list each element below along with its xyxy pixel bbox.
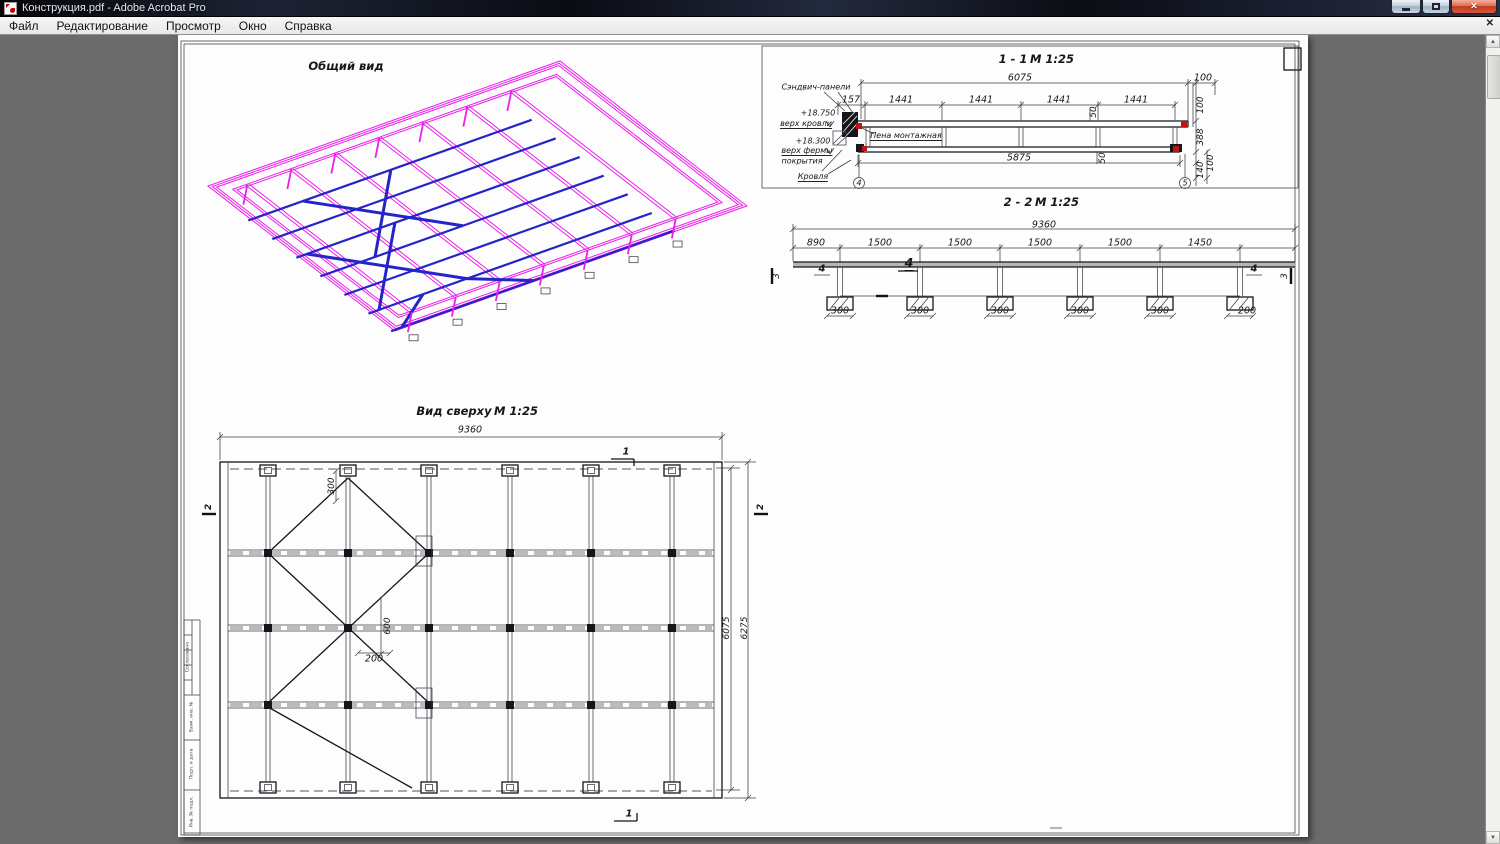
menu-view[interactable]: Просмотр: [157, 19, 230, 33]
scroll-down-icon[interactable]: ▼: [1486, 831, 1500, 844]
minimize-icon: [1402, 7, 1410, 11]
acrobat-pdf-icon: [4, 1, 17, 15]
close-icon: ✕: [1470, 1, 1478, 11]
pdf-page: [178, 35, 1308, 837]
scroll-up-icon[interactable]: ▲: [1486, 35, 1500, 48]
menu-edit[interactable]: Редактирование: [48, 19, 157, 33]
window-title: Конструкция.pdf - Adobe Acrobat Pro: [22, 2, 206, 14]
acrobat-window: Конструкция.pdf - Adobe Acrobat Pro ✕ Фа…: [0, 0, 1500, 844]
maximize-button[interactable]: [1422, 0, 1450, 14]
menu-help[interactable]: Справка: [276, 19, 341, 33]
menu-file[interactable]: Файл: [0, 19, 48, 33]
vertical-scrollbar[interactable]: ▲ ▼: [1485, 35, 1500, 844]
document-close-icon[interactable]: ✕: [1486, 18, 1494, 29]
close-button[interactable]: ✕: [1451, 0, 1497, 14]
menu-window[interactable]: Окно: [230, 19, 276, 33]
title-bar: Конструкция.pdf - Adobe Acrobat Pro ✕: [0, 0, 1500, 17]
minimize-button[interactable]: [1391, 0, 1421, 14]
menu-bar: Файл Редактирование Просмотр Окно Справк…: [0, 17, 1500, 35]
window-controls: ✕: [1391, 0, 1497, 14]
maximize-icon: [1432, 3, 1440, 10]
scrollbar-thumb[interactable]: [1487, 55, 1500, 99]
